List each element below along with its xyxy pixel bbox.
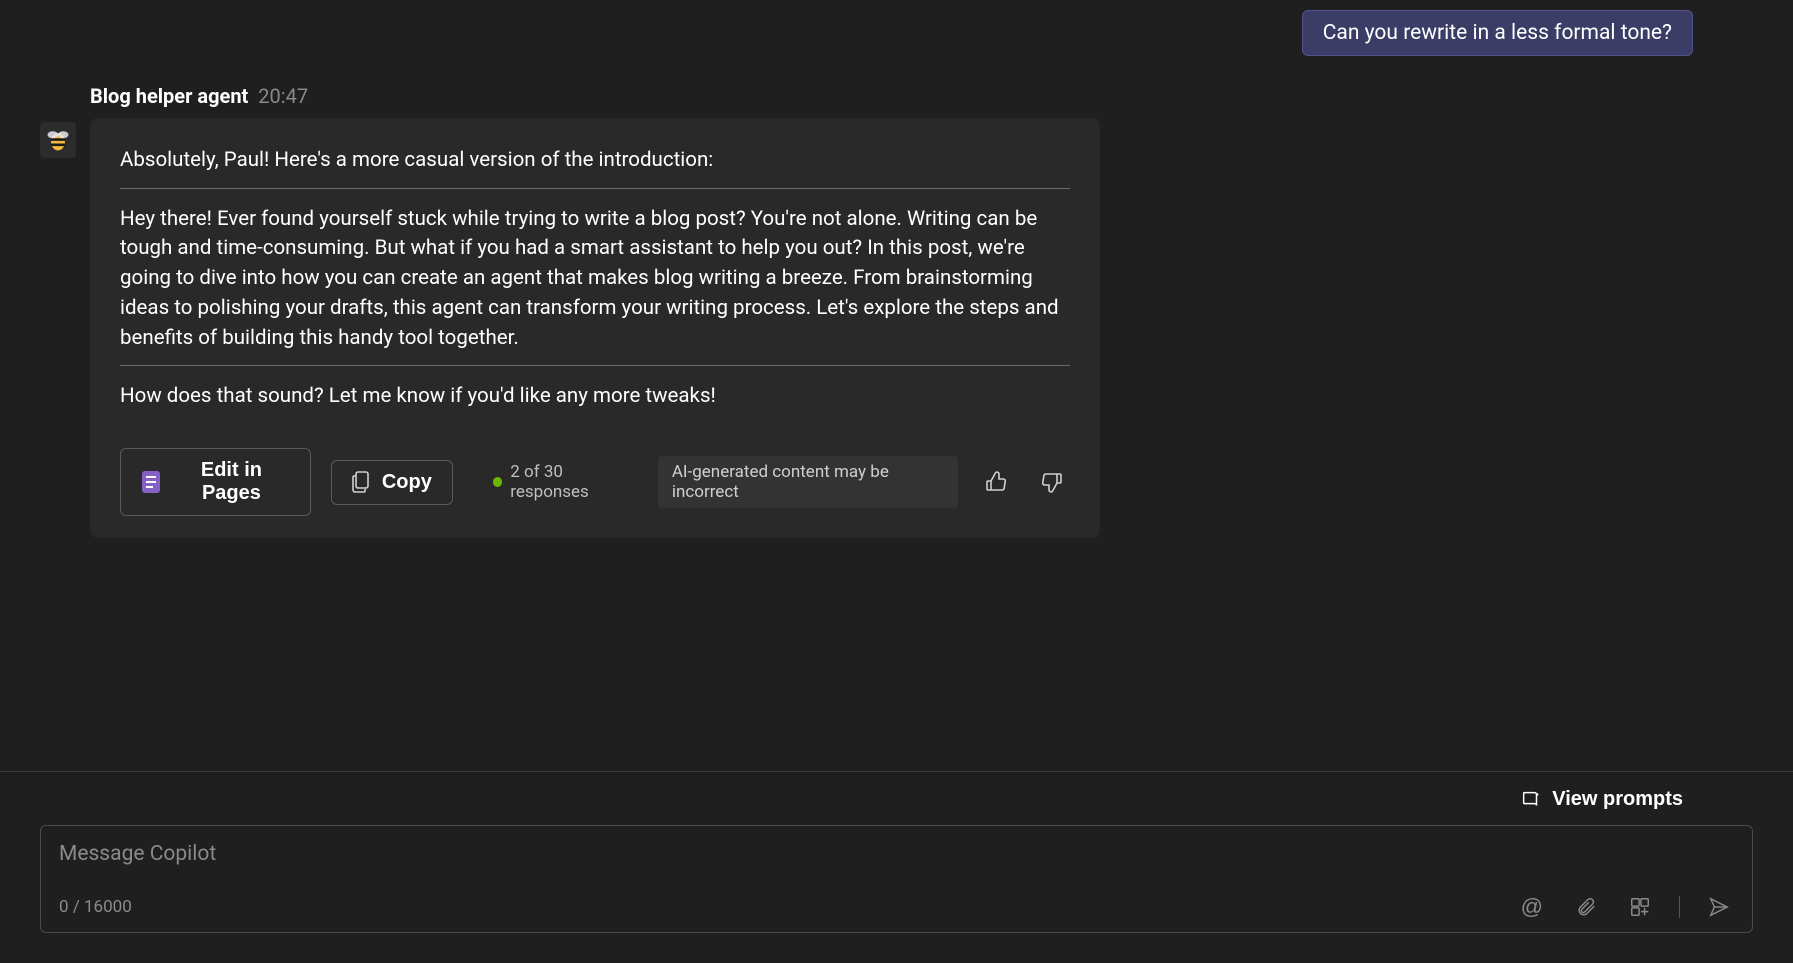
apps-grid-icon (1629, 896, 1651, 918)
composer-toolbar: @ (1517, 892, 1734, 922)
edit-in-pages-label: Edit in Pages (173, 459, 290, 505)
at-icon: @ (1521, 896, 1543, 918)
character-count: 0 / 16000 (59, 897, 132, 917)
user-message-bubble: Can you rewrite in a less formal tone? (1302, 10, 1693, 56)
agent-message-row: Absolutely, Paul! Here's a more casual v… (40, 118, 1753, 538)
response-action-row: Edit in Pages Copy 2 of 30 responses AI-… (120, 448, 1070, 516)
ai-disclaimer-badge: AI-generated content may be incorrect (658, 456, 958, 508)
thumbs-down-icon (1040, 470, 1064, 494)
agent-message-header: Blog helper agent 20:47 (90, 84, 1753, 108)
attach-button[interactable] (1571, 892, 1601, 922)
send-icon (1708, 896, 1730, 918)
thumbs-down-button[interactable] (1034, 464, 1070, 500)
paperclip-icon (1575, 896, 1597, 918)
bee-icon (44, 126, 72, 154)
edit-in-pages-button[interactable]: Edit in Pages (120, 448, 311, 516)
copy-button[interactable]: Copy (331, 460, 453, 505)
response-body: Hey there! Ever found yourself stuck whi… (120, 205, 1070, 354)
responses-count: 2 of 30 responses (493, 462, 638, 502)
mention-button[interactable]: @ (1517, 892, 1547, 922)
copy-icon (352, 471, 370, 493)
user-message-text: Can you rewrite in a less formal tone? (1323, 21, 1672, 45)
user-message-row: Can you rewrite in a less formal tone? (40, 10, 1753, 56)
apps-button[interactable] (1625, 892, 1655, 922)
view-prompts-button[interactable]: View prompts (1520, 788, 1683, 811)
agent-timestamp: 20:47 (258, 84, 308, 108)
agent-message-bubble: Absolutely, Paul! Here's a more casual v… (90, 118, 1100, 538)
view-prompts-label: View prompts (1552, 788, 1683, 811)
send-button[interactable] (1704, 892, 1734, 922)
pages-icon (141, 470, 161, 494)
message-input[interactable] (59, 842, 1734, 866)
response-intro: Absolutely, Paul! Here's a more casual v… (120, 146, 1070, 176)
chat-scroll-area[interactable]: Can you rewrite in a less formal tone? B… (0, 0, 1793, 771)
response-divider (120, 188, 1070, 189)
response-divider (120, 365, 1070, 366)
response-outro: How does that sound? Let me know if you'… (120, 382, 1070, 412)
status-dot-icon (493, 477, 502, 487)
toolbar-separator (1679, 896, 1680, 918)
sparkle-book-icon (1520, 789, 1542, 811)
message-composer[interactable]: 0 / 16000 @ (40, 825, 1753, 933)
agent-name: Blog helper agent (90, 84, 248, 108)
agent-avatar (40, 122, 76, 158)
composer-section: View prompts 0 / 16000 @ (0, 772, 1793, 963)
thumbs-up-button[interactable] (978, 464, 1014, 500)
copy-label: Copy (382, 471, 432, 494)
responses-count-text: 2 of 30 responses (510, 462, 638, 502)
thumbs-up-icon (984, 470, 1008, 494)
